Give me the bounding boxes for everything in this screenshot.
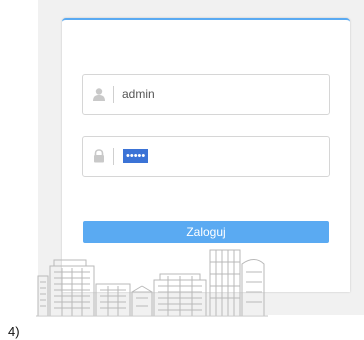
field-separator <box>113 86 114 103</box>
password-field[interactable]: ••••• <box>82 136 330 177</box>
city-buildings-illustration <box>36 236 268 318</box>
page: admin ••••• Zaloguj 4) <box>0 0 364 340</box>
password-value: ••••• <box>123 149 149 163</box>
username-value: admin <box>122 87 155 101</box>
field-separator <box>113 148 114 165</box>
user-icon <box>92 87 106 101</box>
username-field[interactable]: admin <box>82 74 330 115</box>
lock-icon <box>92 149 106 163</box>
step-label: 4) <box>8 324 20 339</box>
